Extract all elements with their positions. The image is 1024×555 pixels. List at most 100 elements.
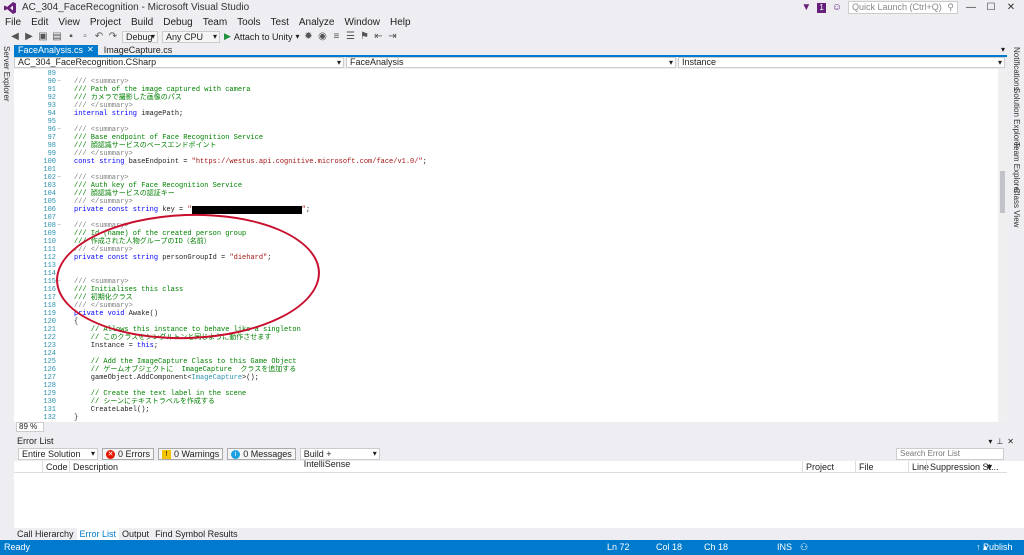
code-line[interactable]: 109 /// Id (name) of the created person g…: [14, 230, 998, 238]
code-editor[interactable]: 89 90−/// <summary> 91/// Path of the imag…: [14, 69, 1007, 422]
menu-file[interactable]: File: [5, 17, 21, 28]
code-line[interactable]: 97 /// Base endpoint of Face Recognition …: [14, 134, 998, 142]
chevron-down-icon[interactable]: ▾: [1001, 45, 1005, 54]
menu-test[interactable]: Test: [271, 17, 289, 28]
code-line[interactable]: 94 internal string imagePath;: [14, 110, 998, 118]
flame-icon[interactable]: ✹: [303, 31, 313, 42]
close-button[interactable]: ✕: [1004, 2, 1018, 13]
code-line[interactable]: 104 /// 顔認識サービスの認証キー: [14, 190, 998, 198]
code-line[interactable]: 103 /// Auth key of Face Recognition Serv…: [14, 182, 998, 190]
code-line[interactable]: 102− /// <summary>: [14, 174, 998, 182]
messages-filter-button[interactable]: i0 Messages: [227, 448, 296, 460]
column-code[interactable]: Code: [42, 461, 68, 473]
tab-imagecapture[interactable]: ImageCapture.cs: [100, 45, 177, 55]
menu-tools[interactable]: Tools: [237, 17, 260, 28]
open-icon[interactable]: ▤: [52, 31, 62, 42]
server-explorer-tab[interactable]: Server Explorer: [2, 46, 11, 102]
type-dropdown[interactable]: FaceAnalysis ▾: [346, 57, 676, 68]
comment-icon[interactable]: ☰: [345, 31, 355, 42]
code-line[interactable]: 91 /// Path of the image captured with ca…: [14, 86, 998, 94]
code-line[interactable]: 90− /// <summary>: [14, 78, 998, 86]
configuration-select[interactable]: Debug ▾: [122, 30, 158, 43]
team-explorer-tab[interactable]: Team Explorer: [1012, 142, 1021, 194]
code-line[interactable]: 131 CreateLabel();: [14, 406, 998, 414]
redo-icon[interactable]: ↷: [108, 31, 118, 42]
undo-icon[interactable]: ↶: [94, 31, 104, 42]
new-project-icon[interactable]: ▣: [38, 31, 48, 42]
code-line[interactable]: 107: [14, 214, 998, 222]
maximize-button[interactable]: ☐: [984, 2, 998, 13]
column-file[interactable]: File: [855, 461, 874, 473]
code-line[interactable]: 115− /// <summary>: [14, 278, 998, 286]
code-line[interactable]: 116 /// Initialises this class: [14, 286, 998, 294]
filter-icon[interactable]: ▼: [801, 2, 811, 13]
fold-toggle-icon[interactable]: −: [57, 174, 61, 182]
fold-toggle-icon[interactable]: −: [57, 222, 61, 230]
code-line[interactable]: 111 /// </summary>: [14, 246, 998, 254]
code-line[interactable]: 98 /// 顔認識サービスのベースエンドポイント: [14, 142, 998, 150]
code-line[interactable]: 99 /// </summary>: [14, 150, 998, 158]
class-view-tab[interactable]: Class View: [1012, 188, 1021, 227]
save-icon[interactable]: ▪: [66, 31, 76, 42]
back-icon[interactable]: ◀: [10, 31, 20, 42]
member-dropdown[interactable]: Instance ▾: [678, 57, 1005, 68]
code-line[interactable]: 93 /// </summary>: [14, 102, 998, 110]
code-line[interactable]: 110 /// 作成された人物グループのID（名前）: [14, 238, 998, 246]
code-line[interactable]: 100 const string baseEndpoint = "https://…: [14, 158, 998, 166]
code-line[interactable]: 114: [14, 270, 998, 278]
publish-button[interactable]: ↑ Publish ▴: [976, 540, 1013, 555]
menu-build[interactable]: Build: [131, 17, 153, 28]
code-line[interactable]: 128: [14, 382, 998, 390]
code-line[interactable]: 127 gameObject.AddComponent<ImageCapture…: [14, 374, 998, 382]
column-description[interactable]: Description: [69, 461, 118, 473]
scope-select[interactable]: Entire Solution ▾: [18, 448, 98, 460]
zoom-select[interactable]: 89 %: [16, 422, 44, 432]
quick-launch-input[interactable]: Quick Launch (Ctrl+Q) ⚲: [848, 1, 958, 14]
menu-edit[interactable]: Edit: [31, 17, 48, 28]
scrollbar-thumb[interactable]: [1000, 171, 1005, 213]
fold-toggle-icon[interactable]: −: [57, 78, 61, 86]
pin-icon[interactable]: ⊥: [996, 437, 1007, 446]
errors-filter-button[interactable]: ✕ 0 Errors: [102, 448, 155, 460]
notification-badge[interactable]: 1: [817, 2, 826, 13]
error-list-search-input[interactable]: Search Error List: [896, 448, 1004, 460]
code-line[interactable]: 96− /// <summary>: [14, 126, 998, 134]
fold-toggle-icon[interactable]: −: [57, 278, 61, 286]
code-line[interactable]: 119 private void Awake(): [14, 310, 998, 318]
menu-view[interactable]: View: [58, 17, 80, 28]
platform-select[interactable]: Any CPU ▾: [162, 30, 220, 43]
bookmark-icon[interactable]: ⚑: [359, 31, 369, 42]
code-line[interactable]: 130 // シーンにテキストラベルを作成する: [14, 398, 998, 406]
warnings-filter-button[interactable]: ! 0 Warnings: [158, 448, 224, 460]
menu-team[interactable]: Team: [203, 17, 227, 28]
code-line[interactable]: 124: [14, 350, 998, 358]
code-line[interactable]: 129 // Create the text label in the scen…: [14, 390, 998, 398]
code-line[interactable]: 89: [14, 70, 998, 78]
column-project[interactable]: Project: [802, 461, 834, 473]
forward-icon[interactable]: ▶: [24, 31, 34, 42]
notifications-tab[interactable]: Notifications: [1012, 47, 1021, 91]
tab-output[interactable]: Output: [119, 528, 152, 540]
code-line[interactable]: 112 private const string personGroupId = …: [14, 254, 998, 262]
filter-icon[interactable]: ▼: [982, 461, 994, 473]
source-control-icon[interactable]: ⚇: [800, 540, 808, 555]
code-line[interactable]: 95: [14, 118, 998, 126]
code-line[interactable]: 108− /// <summary>: [14, 222, 998, 230]
minimize-button[interactable]: —: [964, 2, 978, 13]
fold-toggle-icon[interactable]: −: [57, 126, 61, 134]
code-line[interactable]: 120 {: [14, 318, 998, 326]
breakpoint-icon[interactable]: ◉: [317, 31, 327, 42]
code-line[interactable]: 113: [14, 262, 998, 270]
next-bookmark-icon[interactable]: ⇥: [387, 31, 397, 42]
tab-call-hierarchy[interactable]: Call Hierarchy: [14, 528, 77, 540]
editor-vertical-scrollbar[interactable]: [998, 69, 1007, 422]
code-line[interactable]: 106 private const string key = " ";: [14, 206, 998, 214]
build-filter-select[interactable]: Build + IntelliSense ▾: [299, 448, 380, 469]
attach-to-unity-button[interactable]: ▶ Attach to Unity ▾: [224, 31, 299, 42]
code-line[interactable]: 105 /// </summary>: [14, 198, 998, 206]
code-line[interactable]: 101: [14, 166, 998, 174]
code-line[interactable]: 121 // Allows this instance to behave li…: [14, 326, 998, 334]
prev-bookmark-icon[interactable]: ⇤: [373, 31, 383, 42]
menu-help[interactable]: Help: [390, 17, 411, 28]
menu-window[interactable]: Window: [344, 17, 380, 28]
